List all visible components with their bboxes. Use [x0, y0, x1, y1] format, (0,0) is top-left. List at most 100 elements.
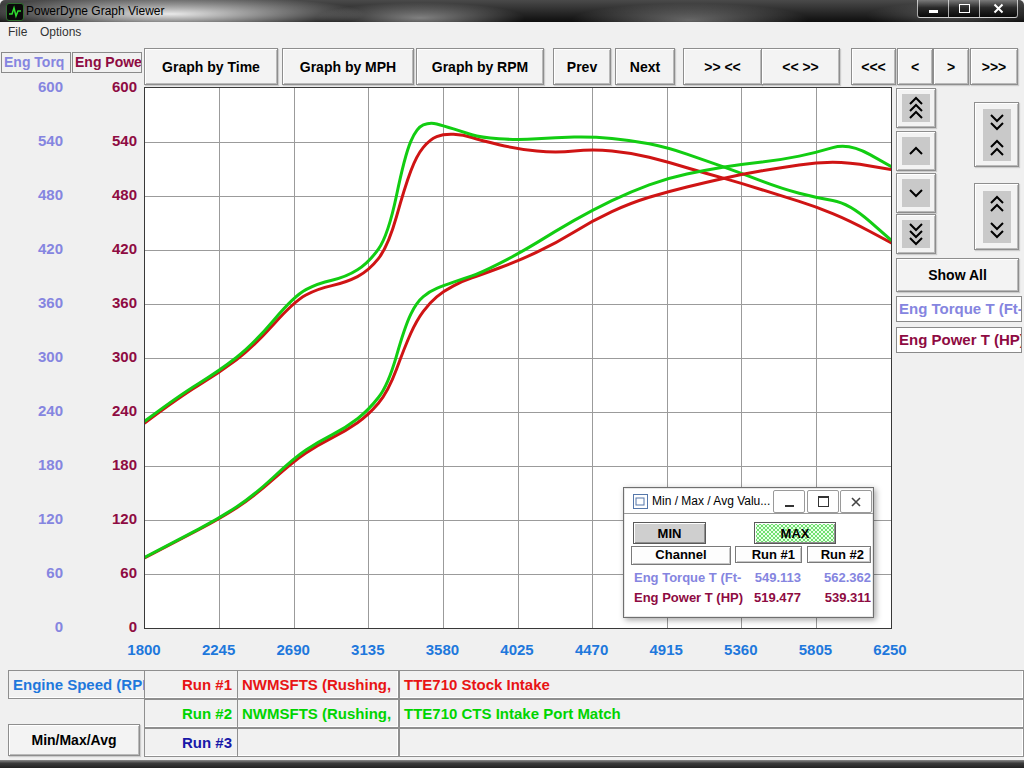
- power-tick-label: 0: [70, 619, 137, 635]
- min-toggle-button[interactable]: MIN: [633, 522, 706, 544]
- run1-file-box[interactable]: NWMSFTS (Rushing,: [237, 670, 399, 699]
- expand-scale-button[interactable]: [974, 183, 1019, 250]
- power-tick-label: 540: [70, 133, 137, 149]
- title-bar: PowerDyne Graph Viewer: [0, 0, 1024, 22]
- rpm-tick-label: 5805: [780, 641, 850, 658]
- minmax-row1-channel: Eng Torque T (Ft-: [634, 570, 741, 585]
- graph-by-rpm-button[interactable]: Graph by RPM: [416, 48, 544, 85]
- zoom-out-button[interactable]: << >>: [761, 48, 840, 85]
- rpm-tick-label: 4025: [482, 641, 552, 658]
- power-tick-label: 600: [70, 79, 137, 95]
- run2-file: NWMSFTS (Rushing,: [242, 705, 391, 722]
- torque-tick-label: 540: [0, 133, 63, 149]
- minmax-window: Min / Max / Avg Valu... MIN MAX Channel …: [623, 487, 874, 618]
- run2-desc: TTE710 CTS Intake Port Match: [404, 705, 621, 722]
- graph-by-mph-button[interactable]: Graph by MPH: [282, 48, 414, 85]
- run2-desc-box[interactable]: TTE710 CTS Intake Port Match: [399, 699, 1024, 728]
- power-tick-label: 360: [70, 295, 137, 311]
- minmax-row2-run2-value: 539.311: [804, 590, 871, 605]
- rpm-tick-label: 4915: [631, 641, 701, 658]
- minmax-close-icon: [851, 497, 861, 507]
- rpm-tick-label: 1800: [109, 641, 179, 658]
- chevron-down-icon: [908, 188, 924, 198]
- run2-label: Run #2: [182, 705, 232, 722]
- channel-header[interactable]: Channel: [631, 546, 731, 565]
- x-axis-ticks: 1800224526903135358040254470491553605805…: [0, 641, 1024, 657]
- power-tick-label: 120: [70, 511, 137, 527]
- step-forward-button[interactable]: >: [933, 48, 969, 85]
- run1-header[interactable]: Run #1: [735, 546, 802, 563]
- minmax-window-icon: [633, 494, 648, 509]
- minmax-maximize-icon: [818, 496, 829, 507]
- rpm-tick-label: 6250: [855, 641, 925, 658]
- torque-tick-label: 600: [0, 79, 63, 95]
- maximize-button[interactable]: [949, 0, 979, 18]
- min-max-avg-button[interactable]: Min/Max/Avg: [8, 724, 140, 756]
- run1-desc: TTE710 Stock Intake: [404, 676, 550, 693]
- power-channel-box[interactable]: Eng Power T (HP): [896, 327, 1022, 353]
- triple-chevron-down-icon: [908, 222, 924, 246]
- minmax-row2-channel: Eng Power T (HP): [634, 590, 743, 605]
- power-tick-label: 300: [70, 349, 137, 365]
- rpm-tick-label: 2245: [184, 641, 254, 658]
- scroll-up-button[interactable]: [896, 131, 936, 171]
- minimize-button[interactable]: [917, 0, 949, 18]
- show-all-button[interactable]: Show All: [896, 258, 1019, 292]
- taskbar-edge: [0, 760, 1024, 768]
- scroll-down-button[interactable]: [896, 173, 936, 213]
- prev-button[interactable]: Prev: [553, 48, 611, 85]
- fast-forward-button[interactable]: >>>: [970, 48, 1018, 85]
- rpm-tick-label: 3135: [333, 641, 403, 658]
- minmax-close-button[interactable]: [840, 490, 872, 513]
- run2-file-box[interactable]: NWMSFTS (Rushing,: [237, 699, 399, 728]
- torque-tick-label: 120: [0, 511, 63, 527]
- torque-tick-label: 0: [0, 619, 63, 635]
- torque-tick-label: 60: [0, 565, 63, 581]
- power-tick-label: 420: [70, 241, 137, 257]
- minmax-window-titlebar[interactable]: Min / Max / Avg Valu...: [624, 488, 873, 514]
- scroll-up-fast-button[interactable]: [896, 88, 936, 128]
- run3-label: Run #3: [182, 734, 232, 751]
- menu-bar: File Options: [0, 22, 1024, 44]
- zoom-in-button[interactable]: >> <<: [683, 48, 762, 85]
- collapse-icon: [989, 113, 1005, 157]
- torque-tick-label: 480: [0, 187, 63, 203]
- minmax-minimize-button[interactable]: [773, 490, 805, 513]
- run3-desc-box[interactable]: [399, 728, 1024, 757]
- chevron-up-icon: [908, 146, 924, 156]
- run2-label-box[interactable]: Run #2: [144, 699, 239, 728]
- minimize-icon: [929, 10, 938, 13]
- torque-channel-box[interactable]: Eng Torque T (Ft-L: [896, 296, 1022, 322]
- rpm-tick-label: 3580: [407, 641, 477, 658]
- rewind-button[interactable]: <<<: [851, 48, 896, 85]
- x-channel-box[interactable]: Engine Speed (RPM): [8, 670, 148, 699]
- run1-desc-box[interactable]: TTE710 Stock Intake: [399, 670, 1024, 699]
- power-tick-label: 480: [70, 187, 137, 203]
- minmax-row2-run1-value: 519.477: [732, 590, 801, 605]
- torque-tick-label: 180: [0, 457, 63, 473]
- rpm-tick-label: 5360: [706, 641, 776, 658]
- expand-icon: [989, 195, 1005, 239]
- torque-tick-label: 300: [0, 349, 63, 365]
- run1-label-box[interactable]: Run #1: [144, 670, 239, 699]
- run1-label: Run #1: [182, 676, 232, 693]
- step-back-button[interactable]: <: [897, 48, 933, 85]
- x-channel-label: Engine Speed (RPM): [13, 676, 148, 693]
- collapse-scale-button[interactable]: [974, 102, 1019, 167]
- power-tick-label: 60: [70, 565, 137, 581]
- maximize-icon: [959, 4, 970, 13]
- run3-label-box[interactable]: Run #3: [144, 728, 239, 757]
- minmax-window-title: Min / Max / Avg Valu...: [652, 494, 770, 508]
- max-toggle-button[interactable]: MAX: [754, 522, 836, 544]
- run3-file-box[interactable]: [237, 728, 399, 757]
- minmax-row1-run2-value: 562.362: [804, 570, 871, 585]
- minmax-maximize-button[interactable]: [807, 490, 839, 513]
- close-button[interactable]: [979, 0, 1018, 18]
- powerdyne-window: PowerDyne Graph Viewer File Options Eng …: [0, 0, 1024, 768]
- minmax-minimize-icon: [785, 505, 794, 507]
- next-button[interactable]: Next: [615, 48, 675, 85]
- close-icon: [993, 3, 1004, 14]
- graph-by-time-button[interactable]: Graph by Time: [144, 48, 278, 85]
- run2-header[interactable]: Run #2: [807, 546, 871, 563]
- scroll-down-fast-button[interactable]: [896, 214, 936, 254]
